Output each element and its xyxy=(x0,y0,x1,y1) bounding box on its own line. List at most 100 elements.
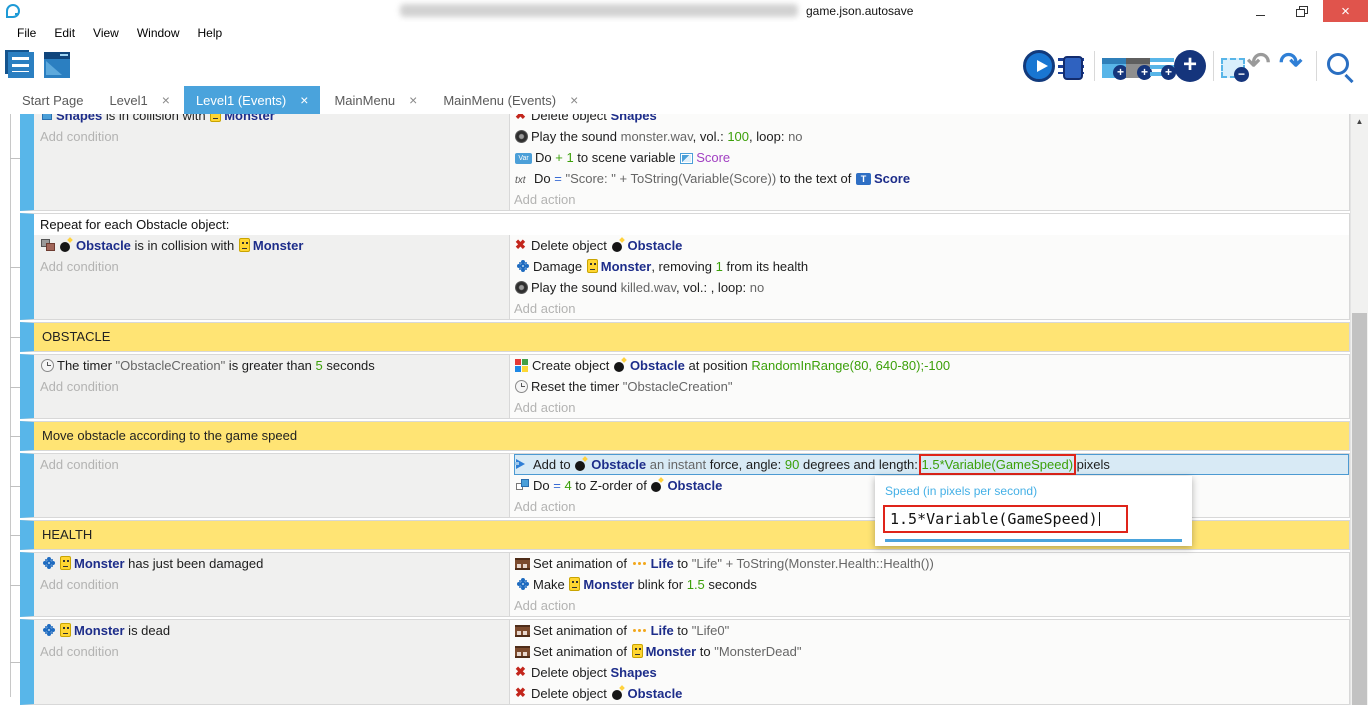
event-block: Monster is deadAdd conditionSet animatio… xyxy=(20,619,1350,705)
group-header[interactable]: OBSTACLE xyxy=(34,323,1349,351)
action-text: to scene variable xyxy=(574,150,680,165)
expression-input[interactable]: 1.5*Variable(GameSpeed) xyxy=(883,505,1128,533)
add-action-button[interactable]: Add action xyxy=(514,595,1349,616)
redo-icon[interactable] xyxy=(1277,50,1309,82)
expression-editor-popup: Speed (in pixels per second) 1.5*Variabl… xyxy=(875,476,1192,546)
action-line[interactable]: Set animation of Life to "Life0" xyxy=(514,620,1349,641)
action-line[interactable]: Delete object Obstacle xyxy=(514,683,1349,704)
action-text: Set animation of xyxy=(533,623,631,638)
action-text: Monster xyxy=(646,644,697,659)
condition-line[interactable]: Monster is dead xyxy=(40,620,509,641)
text-cursor xyxy=(1099,512,1100,526)
play-icon[interactable] xyxy=(1023,50,1055,82)
event-block: The timer "ObstacleCreation" is greater … xyxy=(20,354,1350,419)
scrollbar-thumb[interactable] xyxy=(1352,313,1367,705)
action-line[interactable]: Delete object Obstacle xyxy=(514,235,1349,256)
tab-mainmenu-events[interactable]: MainMenu (Events)× xyxy=(431,86,590,114)
tab-level1-events[interactable]: Level1 (Events)× xyxy=(184,86,321,114)
action-text: no xyxy=(750,280,764,295)
menu-file[interactable]: File xyxy=(8,22,45,44)
scroll-up-arrow-icon[interactable]: ▲ xyxy=(1351,114,1368,130)
tab-close-icon[interactable]: × xyxy=(162,92,170,108)
vertical-scrollbar[interactable]: ▲ xyxy=(1350,114,1368,705)
action-line[interactable]: Delete object Shapes xyxy=(514,662,1349,683)
window-title: game.json.autosave xyxy=(806,4,913,18)
add-condition-button[interactable]: Add condition xyxy=(40,126,509,147)
menu-view[interactable]: View xyxy=(84,22,128,44)
animation-icon xyxy=(515,646,530,658)
animation-icon xyxy=(515,558,530,570)
search-icon[interactable] xyxy=(1324,50,1356,82)
action-line[interactable]: Create object Obstacle at position Rando… xyxy=(514,355,1349,376)
add-action-button[interactable]: Add action xyxy=(514,298,1349,319)
minimize-button[interactable] xyxy=(1239,0,1281,22)
menu-window[interactable]: Window xyxy=(128,22,189,44)
action-line[interactable]: Set animation of Life to "Life" + ToStri… xyxy=(514,553,1349,574)
action-text: to xyxy=(696,644,714,659)
tab-close-icon[interactable]: × xyxy=(300,92,308,108)
undo-icon[interactable] xyxy=(1245,50,1277,82)
add-circle-icon[interactable] xyxy=(1174,50,1206,82)
monster-icon xyxy=(60,556,71,570)
action-line[interactable]: Do + 1 to scene variable Score xyxy=(514,147,1349,168)
condition-line[interactable]: The timer "ObstacleCreation" is greater … xyxy=(40,355,509,376)
tab-close-icon[interactable]: × xyxy=(570,92,578,108)
action-line[interactable]: Damage Monster, removing 1 from its heal… xyxy=(514,256,1349,277)
debug-icon[interactable] xyxy=(1055,51,1087,83)
tab-close-icon[interactable]: × xyxy=(409,92,417,108)
close-button[interactable]: × xyxy=(1323,0,1368,22)
action-line[interactable]: Set animation of Monster to "MonsterDead… xyxy=(514,641,1349,662)
condition-line[interactable]: Obstacle is in collision with Monster xyxy=(40,235,509,256)
add-event-icon[interactable] xyxy=(1102,58,1126,78)
add-comment-icon[interactable] xyxy=(1150,58,1174,78)
action-text: Damage xyxy=(533,259,586,274)
project-manager-icon[interactable] xyxy=(8,52,34,78)
menu-edit[interactable]: Edit xyxy=(45,22,84,44)
add-condition-button[interactable]: Add condition xyxy=(40,574,509,595)
scene-editor-icon[interactable] xyxy=(44,52,70,78)
event-body: Shapes is in collision with MonsterAdd c… xyxy=(34,114,1349,210)
action-line[interactable]: Do = "Score: " + ToString(Variable(Score… xyxy=(514,168,1349,189)
condition-line[interactable]: Shapes is in collision with Monster xyxy=(40,114,509,126)
tab-level1[interactable]: Level1× xyxy=(97,86,182,114)
action-text: "Score: " + ToString(Variable(Score)) xyxy=(565,171,776,186)
monster-icon xyxy=(632,644,643,658)
menu-bar: FileEditViewWindowHelp xyxy=(0,22,1368,44)
action-text: Add action xyxy=(514,192,575,207)
action-line[interactable]: Play the sound killed.wav, vol.: , loop:… xyxy=(514,277,1349,298)
action-line[interactable]: Reset the timer "ObstacleCreation" xyxy=(514,376,1349,397)
conditions-column: Monster is deadAdd condition xyxy=(34,620,510,704)
action-text: Obstacle xyxy=(628,686,683,701)
maximize-button[interactable] xyxy=(1281,0,1323,22)
condition-text: "ObstacleCreation" xyxy=(116,358,226,373)
condition-text: has just been damaged xyxy=(125,556,264,571)
condition-line[interactable]: Monster has just been damaged xyxy=(40,553,509,574)
remove-event-icon[interactable] xyxy=(1221,58,1245,78)
add-condition-button[interactable]: Add condition xyxy=(40,641,509,662)
add-condition-button[interactable]: Add condition xyxy=(40,376,509,397)
tab-mainmenu[interactable]: MainMenu× xyxy=(322,86,429,114)
action-line[interactable]: Delete object Shapes xyxy=(514,114,1349,126)
add-condition-button[interactable]: Add condition xyxy=(40,454,509,475)
action-text: at position xyxy=(685,358,752,373)
action-text: Delete object xyxy=(531,114,611,123)
menu-help[interactable]: Help xyxy=(189,22,232,44)
add-action-button[interactable]: Add action xyxy=(514,397,1349,418)
add-action-button[interactable]: Add action xyxy=(514,189,1349,210)
action-text: Score xyxy=(696,150,730,165)
bomb-icon xyxy=(612,238,625,252)
add-subevent-icon[interactable] xyxy=(1126,58,1150,78)
event-repeat-header[interactable]: Repeat for each Obstacle object: xyxy=(34,214,1349,235)
tab-start-page[interactable]: Start Page xyxy=(10,86,95,114)
group-header[interactable]: Move obstacle according to the game spee… xyxy=(34,422,1349,450)
action-text: 1 xyxy=(716,259,723,274)
action-text: Add to xyxy=(533,457,574,472)
action-line[interactable]: Make Monster blink for 1.5 seconds xyxy=(514,574,1349,595)
event-body: Monster has just been damagedAdd conditi… xyxy=(34,553,1349,616)
action-line[interactable]: Play the sound monster.wav, vol.: 100, l… xyxy=(514,126,1349,147)
add-condition-button[interactable]: Add condition xyxy=(40,256,509,277)
action-line[interactable]: Add to Obstacle an instant force, angle:… xyxy=(514,454,1349,475)
damage-icon xyxy=(515,259,530,273)
actions-column: Set animation of Life to "Life0"Set anim… xyxy=(510,620,1349,704)
bomb-icon xyxy=(614,358,627,372)
